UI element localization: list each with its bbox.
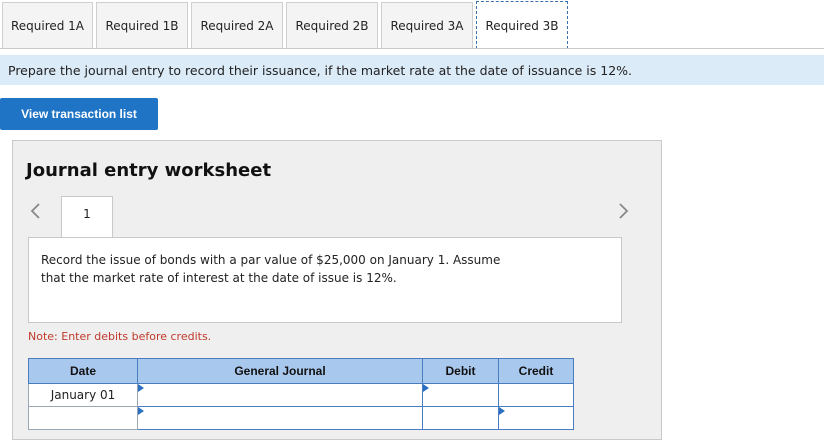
tab-required-3a[interactable]: Required 3A (381, 2, 473, 48)
debit-input[interactable] (423, 407, 498, 429)
account-input[interactable] (138, 384, 422, 406)
general-journal-cell[interactable] (137, 406, 423, 430)
instruction-text: Prepare the journal entry to record thei… (0, 55, 824, 85)
dropdown-marker-icon (138, 384, 144, 392)
journal-table: Date General Journal Debit Credit Januar… (28, 358, 574, 430)
tab-divider (0, 48, 824, 49)
tab-required-3b[interactable]: Required 3B (476, 1, 568, 49)
dropdown-marker-icon (423, 384, 429, 392)
credit-cell[interactable] (498, 406, 574, 430)
chevron-right-icon[interactable] (617, 201, 631, 221)
tab-required-1a[interactable]: Required 1A (2, 2, 93, 48)
transaction-description: Record the issue of bonds with a par val… (28, 237, 622, 323)
header-date: Date (28, 358, 138, 384)
credit-input[interactable] (499, 407, 573, 429)
date-cell: January 01 (28, 383, 138, 407)
tab-required-2a[interactable]: Required 2A (191, 2, 283, 48)
dropdown-marker-icon (499, 407, 505, 415)
debit-cell[interactable] (422, 406, 499, 430)
header-credit: Credit (498, 358, 574, 384)
table-row (28, 406, 574, 430)
date-cell (28, 406, 138, 430)
header-debit: Debit (422, 358, 499, 384)
debit-cell[interactable] (422, 383, 499, 407)
tab-bar: Required 1A Required 1B Required 2A Requ… (0, 0, 824, 49)
worksheet-title: Journal entry worksheet (26, 160, 272, 181)
debit-input[interactable] (423, 384, 498, 406)
credit-input[interactable] (499, 384, 573, 406)
chevron-left-icon[interactable] (28, 201, 42, 221)
tab-required-1b[interactable]: Required 1B (96, 2, 188, 48)
header-general-journal: General Journal (137, 358, 423, 384)
account-input[interactable] (138, 407, 422, 429)
tab-required-2b[interactable]: Required 2B (286, 2, 378, 48)
table-row: January 01 (28, 383, 574, 407)
view-transaction-list-button[interactable]: View transaction list (0, 98, 158, 130)
debits-note: Note: Enter debits before credits. (28, 330, 212, 343)
description-line-2: that the market rate of interest at the … (41, 271, 397, 285)
credit-cell[interactable] (498, 383, 574, 407)
general-journal-cell[interactable] (137, 383, 423, 407)
description-line-1: Record the issue of bonds with a par val… (41, 253, 501, 267)
dropdown-marker-icon (138, 407, 144, 415)
journal-header-row: Date General Journal Debit Credit (28, 358, 574, 384)
page-number: 1 (83, 207, 91, 221)
worksheet-page-tab[interactable]: 1 (61, 196, 113, 238)
